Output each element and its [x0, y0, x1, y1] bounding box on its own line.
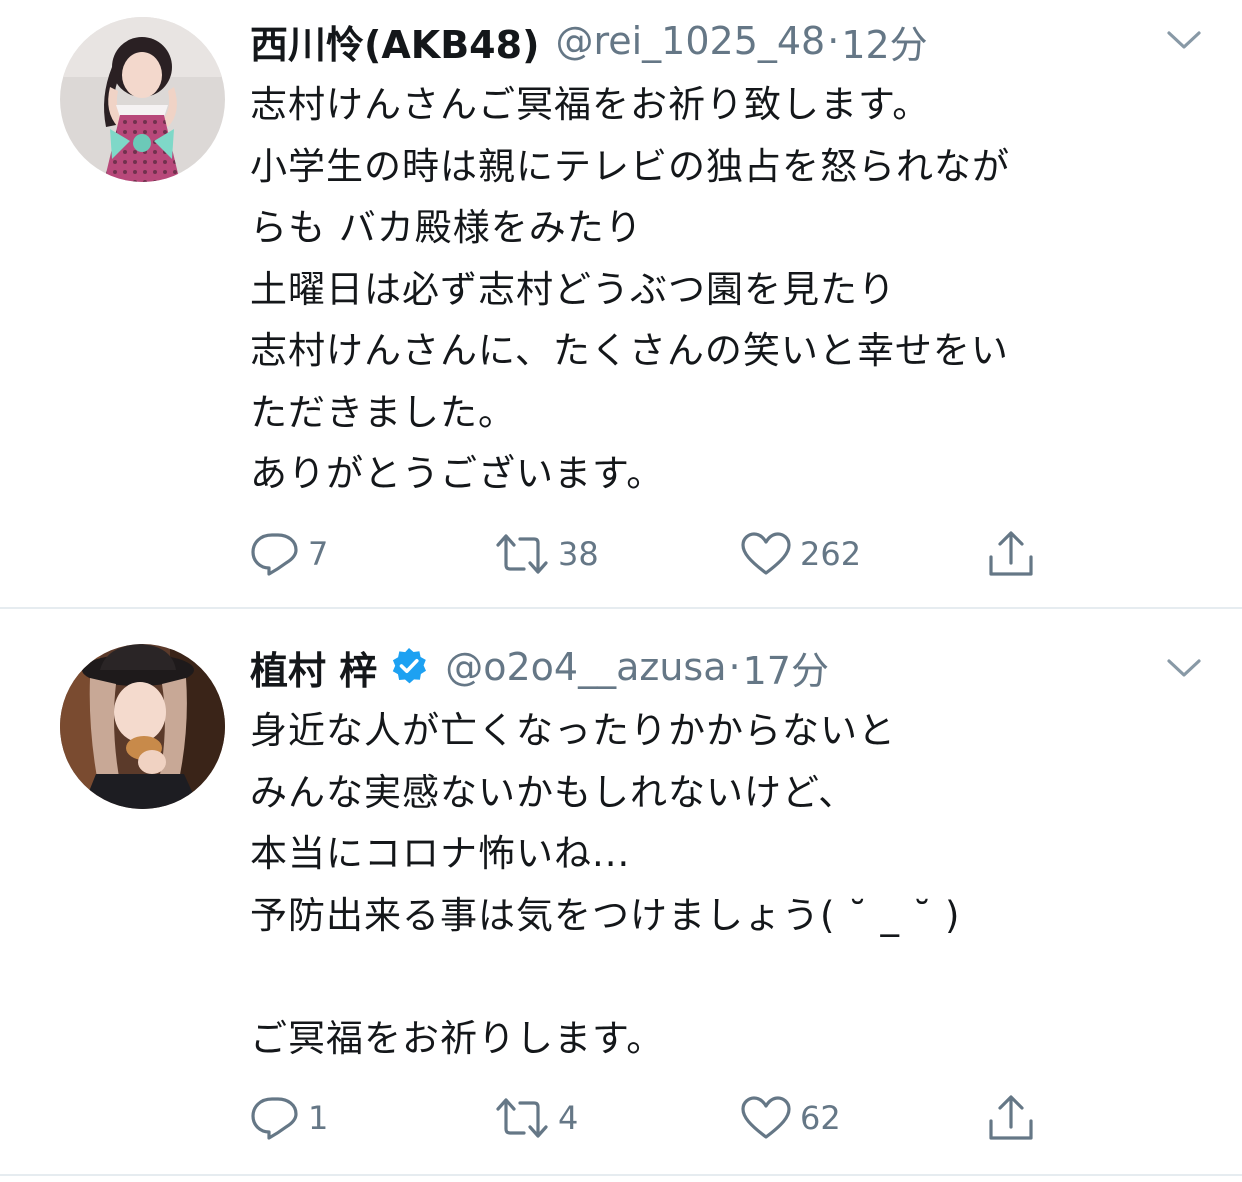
user-handle[interactable]: @o2o4__azusa: [445, 645, 726, 689]
display-name[interactable]: 西川怜(AKB48): [250, 14, 539, 69]
tweet-text-line: ご冥福をお祈りします。: [250, 1016, 665, 1060]
tweet-text: 志村けんさんご冥福をお祈り致します。 小学生の時は親にテレビの独占を怒られなが …: [250, 74, 1180, 505]
like-count: 262: [800, 535, 862, 573]
action-bar: 7 38 262: [248, 526, 1048, 582]
tweet-text-line: [250, 946, 1180, 1008]
speech-bubble-icon: [251, 1097, 298, 1140]
divider: [0, 1174, 1242, 1176]
tweet-text-line: 志村けんさんに、たくさんの笑いと幸せをい: [250, 329, 1009, 372]
divider: [0, 607, 1242, 609]
tweet-text: 身近な人が亡くなったりかからないと みんな実感ないかもしれないけど、 本当にコロ…: [250, 700, 1180, 1069]
action-bar: 1 4 62: [248, 1090, 1048, 1146]
tweet-header: 植村 梓 @o2o4__azusa · 17分: [250, 640, 829, 694]
timestamp[interactable]: 12分: [841, 14, 927, 69]
avatar-photo: [60, 17, 225, 182]
like-button[interactable]: 262: [740, 526, 861, 582]
retweet-count: 4: [558, 1099, 579, 1137]
tweet-text-line: 小学生の時は親にテレビの独占を怒られなが: [250, 144, 1010, 188]
tweet-text-line: らも バカ殿様をみたり: [250, 206, 643, 249]
retweet-count: 38: [558, 535, 599, 573]
share-button[interactable]: [986, 1090, 1036, 1146]
tweet-header: 西川怜(AKB48) @rei_1025_48 · 12分: [250, 14, 928, 68]
share-upload-icon: [989, 531, 1033, 576]
tweet-text-line: 本当にコロナ怖いね...: [250, 832, 631, 875]
tweet-text-line: ありがとうございます。: [250, 452, 665, 495]
tweet-text-line: ただきました。: [250, 390, 516, 434]
retweet-button[interactable]: 4: [494, 1090, 578, 1146]
share-button[interactable]: [986, 526, 1036, 582]
retweet-arrows-icon: [496, 1098, 548, 1138]
avatar-photo: [60, 644, 225, 809]
tweet-text-line: 予防出来る事は気をつけましょう( ˘ _ ˘ ): [250, 893, 961, 937]
verified-badge-icon: [389, 647, 429, 687]
tweet-text-line: 志村けんさんご冥福をお祈り致します。: [250, 83, 931, 126]
avatar[interactable]: [60, 17, 225, 182]
tweet-text-line: みんな実感ないかもしれないけど、: [250, 770, 857, 814]
reply-button[interactable]: 1: [250, 1090, 328, 1146]
tweet-text-line: 身近な人が亡くなったりかからないと: [250, 709, 896, 752]
tweet-card[interactable]: 西川怜(AKB48) @rei_1025_48 · 12分 志村けんさんご冥福を…: [0, 0, 1242, 608]
reply-count: 7: [308, 535, 329, 573]
separator-dot: ·: [728, 645, 741, 689]
like-button[interactable]: 62: [740, 1090, 841, 1146]
user-handle[interactable]: @rei_1025_48: [555, 19, 825, 63]
speech-bubble-icon: [251, 533, 298, 576]
avatar[interactable]: [60, 644, 225, 809]
retweet-button[interactable]: 38: [494, 526, 599, 582]
separator-dot: ·: [827, 19, 840, 63]
chevron-down-icon[interactable]: [1166, 28, 1202, 52]
tweet-card[interactable]: 植村 梓 @o2o4__azusa · 17分 身近な人が亡くなったりかからない…: [0, 610, 1242, 1174]
retweet-arrows-icon: [496, 534, 548, 574]
chevron-down-icon[interactable]: [1166, 656, 1202, 680]
heart-outline-icon: [741, 1096, 791, 1139]
timestamp[interactable]: 17分: [743, 640, 829, 695]
reply-button[interactable]: 7: [250, 526, 328, 582]
like-count: 62: [800, 1099, 841, 1137]
reply-count: 1: [308, 1099, 329, 1137]
heart-outline-icon: [741, 532, 791, 575]
display-name[interactable]: 植村 梓: [250, 640, 377, 695]
tweet-text-line: 土曜日は必ず志村どうぶつ園を見たり: [250, 267, 896, 311]
share-upload-icon: [989, 1095, 1033, 1140]
